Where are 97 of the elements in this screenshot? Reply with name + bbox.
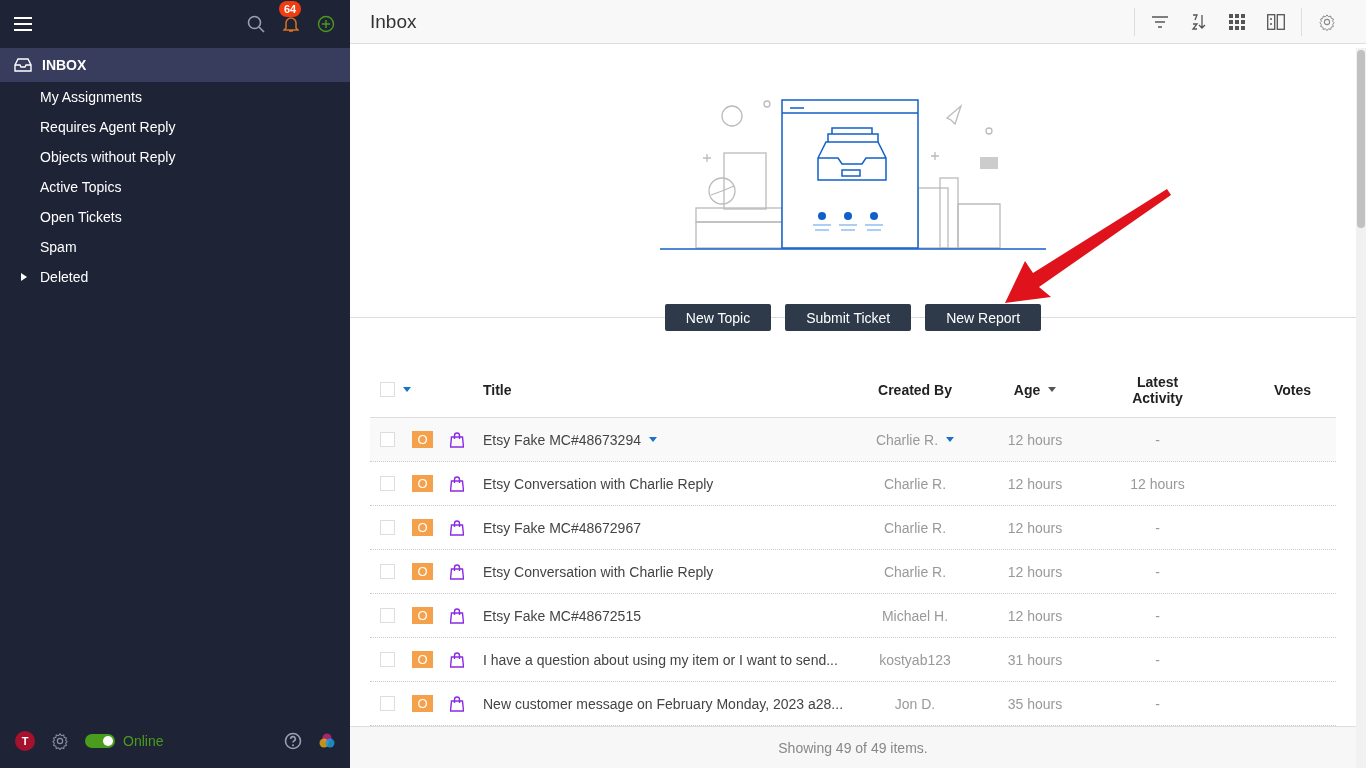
dropdown-caret-icon[interactable] xyxy=(403,387,411,393)
column-header[interactable]: Latest Activity xyxy=(1122,373,1193,406)
help-icon[interactable] xyxy=(284,732,302,750)
status-badge: O xyxy=(412,607,433,625)
table-cell: - xyxy=(1155,431,1160,448)
table-cell: - xyxy=(1155,607,1160,624)
notification-badge: 64 xyxy=(279,1,302,17)
filter-icon[interactable] xyxy=(1151,15,1169,28)
menu-icon[interactable] xyxy=(14,17,32,31)
table-cell: 12 hours xyxy=(1007,475,1063,492)
shopping-bag-icon xyxy=(450,431,464,448)
table-cell: 31 hours xyxy=(1007,651,1063,668)
ticket-title[interactable]: Etsy Fake MC#48672515 xyxy=(483,607,641,624)
status-badge: O xyxy=(412,651,433,669)
add-icon[interactable] xyxy=(317,15,335,33)
page-title: Inbox xyxy=(370,10,417,33)
ticket-title[interactable]: Etsy Fake MC#48672967 xyxy=(483,519,641,536)
table-cell: - xyxy=(1155,695,1160,712)
ticket-title[interactable]: New customer message on February Monday, 2023 a28... xyxy=(483,695,844,712)
table-cell: 35 hours xyxy=(1007,695,1063,712)
shopping-bag-icon xyxy=(450,607,464,624)
row-checkbox[interactable] xyxy=(380,432,395,448)
column-header[interactable]: Votes xyxy=(1273,381,1311,398)
row-checkbox[interactable] xyxy=(380,652,395,668)
row-checkbox[interactable] xyxy=(380,564,395,580)
inbox-icon xyxy=(14,58,32,72)
table-cell: 12 hours xyxy=(1130,475,1185,492)
select-all-checkbox[interactable] xyxy=(380,382,395,398)
status-label: Online xyxy=(123,733,164,749)
status-badge: O xyxy=(412,695,433,713)
table-cell: - xyxy=(1155,563,1160,580)
columns-icon[interactable] xyxy=(1267,13,1285,30)
table-row[interactable]: O Etsy Fake MC#48672515 Michael H. 12 hours - xyxy=(370,594,1336,639)
table-cell: 12 hours xyxy=(1007,431,1063,448)
sidebar-item[interactable]: Open Tickets xyxy=(0,202,350,232)
ticket-title[interactable]: Etsy Fake MC#48673294 xyxy=(483,431,641,448)
table-row[interactable]: O I have a question about using my item or I want to send... kostyab123 31 hours - xyxy=(370,638,1336,683)
table-row[interactable]: O Etsy Conversation with Charlie Reply Charlie R. 12 hours - xyxy=(370,550,1336,595)
table-cell: 12 hours xyxy=(1007,519,1063,536)
shopping-bag-icon xyxy=(450,563,464,580)
status-toggle[interactable] xyxy=(85,734,115,748)
table-cell: Charlie R. xyxy=(875,431,939,448)
table-cell: Charlie R. xyxy=(883,475,947,492)
shopping-bag-icon xyxy=(450,695,464,712)
collapsed-caret-icon xyxy=(20,273,28,281)
action-button[interactable]: New Topic xyxy=(664,304,772,332)
sort-icon[interactable] xyxy=(1191,13,1207,30)
shopping-bag-icon xyxy=(450,651,464,668)
table-cell: Charlie R. xyxy=(883,563,947,580)
table-cell: kostyab123 xyxy=(879,651,951,668)
scrollbar-thumb[interactable] xyxy=(1357,50,1365,228)
status-badge: O xyxy=(412,563,433,581)
row-checkbox[interactable] xyxy=(380,608,395,624)
column-header[interactable]: Age xyxy=(1013,381,1057,398)
table-cell: - xyxy=(1155,651,1160,668)
color-circles-icon[interactable] xyxy=(318,732,336,750)
shopping-bag-icon xyxy=(450,519,464,536)
action-button[interactable]: New Report xyxy=(925,304,1042,332)
ticket-title[interactable]: Etsy Conversation with Charlie Reply xyxy=(483,563,714,580)
user-avatar[interactable]: T xyxy=(15,731,35,751)
table-cell: Michael H. xyxy=(881,607,949,624)
settings-icon[interactable] xyxy=(51,732,69,750)
table-row[interactable]: O Etsy Fake MC#48672967 Charlie R. 12 hours - xyxy=(370,506,1336,551)
table-cell: Jon D. xyxy=(894,695,936,712)
column-header[interactable]: Title xyxy=(483,381,512,398)
dropdown-caret-icon[interactable] xyxy=(946,437,955,443)
action-button[interactable]: Submit Ticket xyxy=(785,304,912,332)
table-cell: 12 hours xyxy=(1007,607,1063,624)
table-cell: Charlie R. xyxy=(883,519,947,536)
dropdown-caret-icon[interactable] xyxy=(649,437,657,443)
bell-icon[interactable] xyxy=(283,15,299,33)
ticket-title[interactable]: Etsy Conversation with Charlie Reply xyxy=(483,475,714,492)
sidebar-item[interactable]: Active Topics xyxy=(0,172,350,202)
sidebar-item[interactable]: My Assignments xyxy=(0,82,350,112)
table-row[interactable]: O Etsy Fake MC#48673294 Charlie R. 12 hours - xyxy=(370,418,1336,463)
ticket-title[interactable]: I have a question about using my item or I want to send... xyxy=(483,651,838,668)
sidebar-item[interactable]: Objects without Reply xyxy=(0,142,350,172)
sidebar-item[interactable]: Deleted xyxy=(0,262,350,292)
sidebar-item[interactable]: INBOX xyxy=(0,48,350,82)
status-badge: O xyxy=(412,431,433,449)
sort-caret-icon xyxy=(1048,387,1057,393)
sidebar-item[interactable]: Spam xyxy=(0,232,350,262)
grid-icon[interactable] xyxy=(1229,13,1245,30)
row-checkbox[interactable] xyxy=(380,520,395,536)
search-icon[interactable] xyxy=(247,15,265,33)
sidebar-item[interactable]: Requires Agent Reply xyxy=(0,112,350,142)
column-header[interactable]: Created By xyxy=(878,381,952,398)
shopping-bag-icon xyxy=(450,475,464,492)
status-badge: O xyxy=(412,475,433,493)
table-cell: 12 hours xyxy=(1007,563,1063,580)
status-text: Showing 49 of 49 items. xyxy=(350,726,1356,768)
row-checkbox[interactable] xyxy=(380,696,395,712)
status-badge: O xyxy=(412,519,433,537)
table-cell: - xyxy=(1155,519,1160,536)
settings-icon[interactable] xyxy=(1318,12,1336,31)
table-row[interactable]: O Etsy Conversation with Charlie Reply Charlie R. 12 hours 12 hours xyxy=(370,462,1336,507)
row-checkbox[interactable] xyxy=(380,476,395,492)
